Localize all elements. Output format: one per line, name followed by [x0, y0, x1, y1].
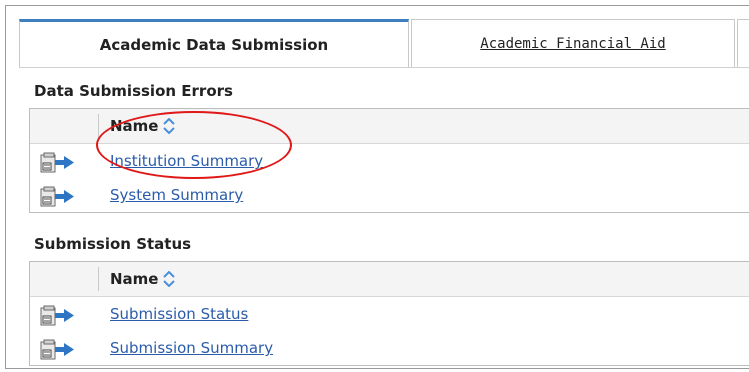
institution-summary-link[interactable]: Institution Summary	[110, 152, 263, 170]
report-arrow-icon[interactable]	[40, 152, 80, 178]
grid-header: Name	[30, 109, 749, 144]
tab-overflow-edge[interactable]	[737, 19, 749, 68]
tab-academic-data-submission[interactable]: Academic Data Submission	[19, 19, 409, 68]
submission-status-link[interactable]: Submission Status	[110, 305, 248, 323]
list-item[interactable]: Institution Summary	[30, 144, 749, 178]
list-item[interactable]: Submission Summary	[30, 331, 749, 365]
grid-header: Name	[30, 262, 749, 297]
tab-label: Academic Financial Aid	[480, 35, 666, 52]
report-arrow-icon[interactable]	[40, 186, 80, 212]
data-submission-errors-grid: Name Institution Summary System Summary	[29, 108, 749, 213]
column-separator	[98, 114, 99, 138]
report-arrow-icon[interactable]	[40, 339, 80, 365]
section-title-data-submission-errors: Data Submission Errors	[34, 82, 233, 100]
tab-label: Academic Data Submission	[99, 36, 329, 54]
section-title-submission-status: Submission Status	[34, 235, 192, 253]
list-item[interactable]: System Summary	[30, 178, 749, 212]
sort-icon[interactable]	[162, 271, 176, 287]
name-column-header[interactable]: Name	[110, 270, 176, 288]
name-column-header[interactable]: Name	[110, 117, 176, 135]
system-summary-link[interactable]: System Summary	[110, 186, 243, 204]
list-item[interactable]: Submission Status	[30, 297, 749, 331]
submission-summary-link[interactable]: Submission Summary	[110, 339, 273, 357]
report-arrow-icon[interactable]	[40, 305, 80, 331]
submission-status-grid: Name Submission Status Submission Summar…	[29, 261, 749, 366]
sort-icon[interactable]	[162, 118, 176, 134]
tab-academic-financial-aid[interactable]: Academic Financial Aid	[411, 19, 735, 68]
column-separator	[98, 267, 99, 291]
tab-divider	[19, 67, 749, 68]
